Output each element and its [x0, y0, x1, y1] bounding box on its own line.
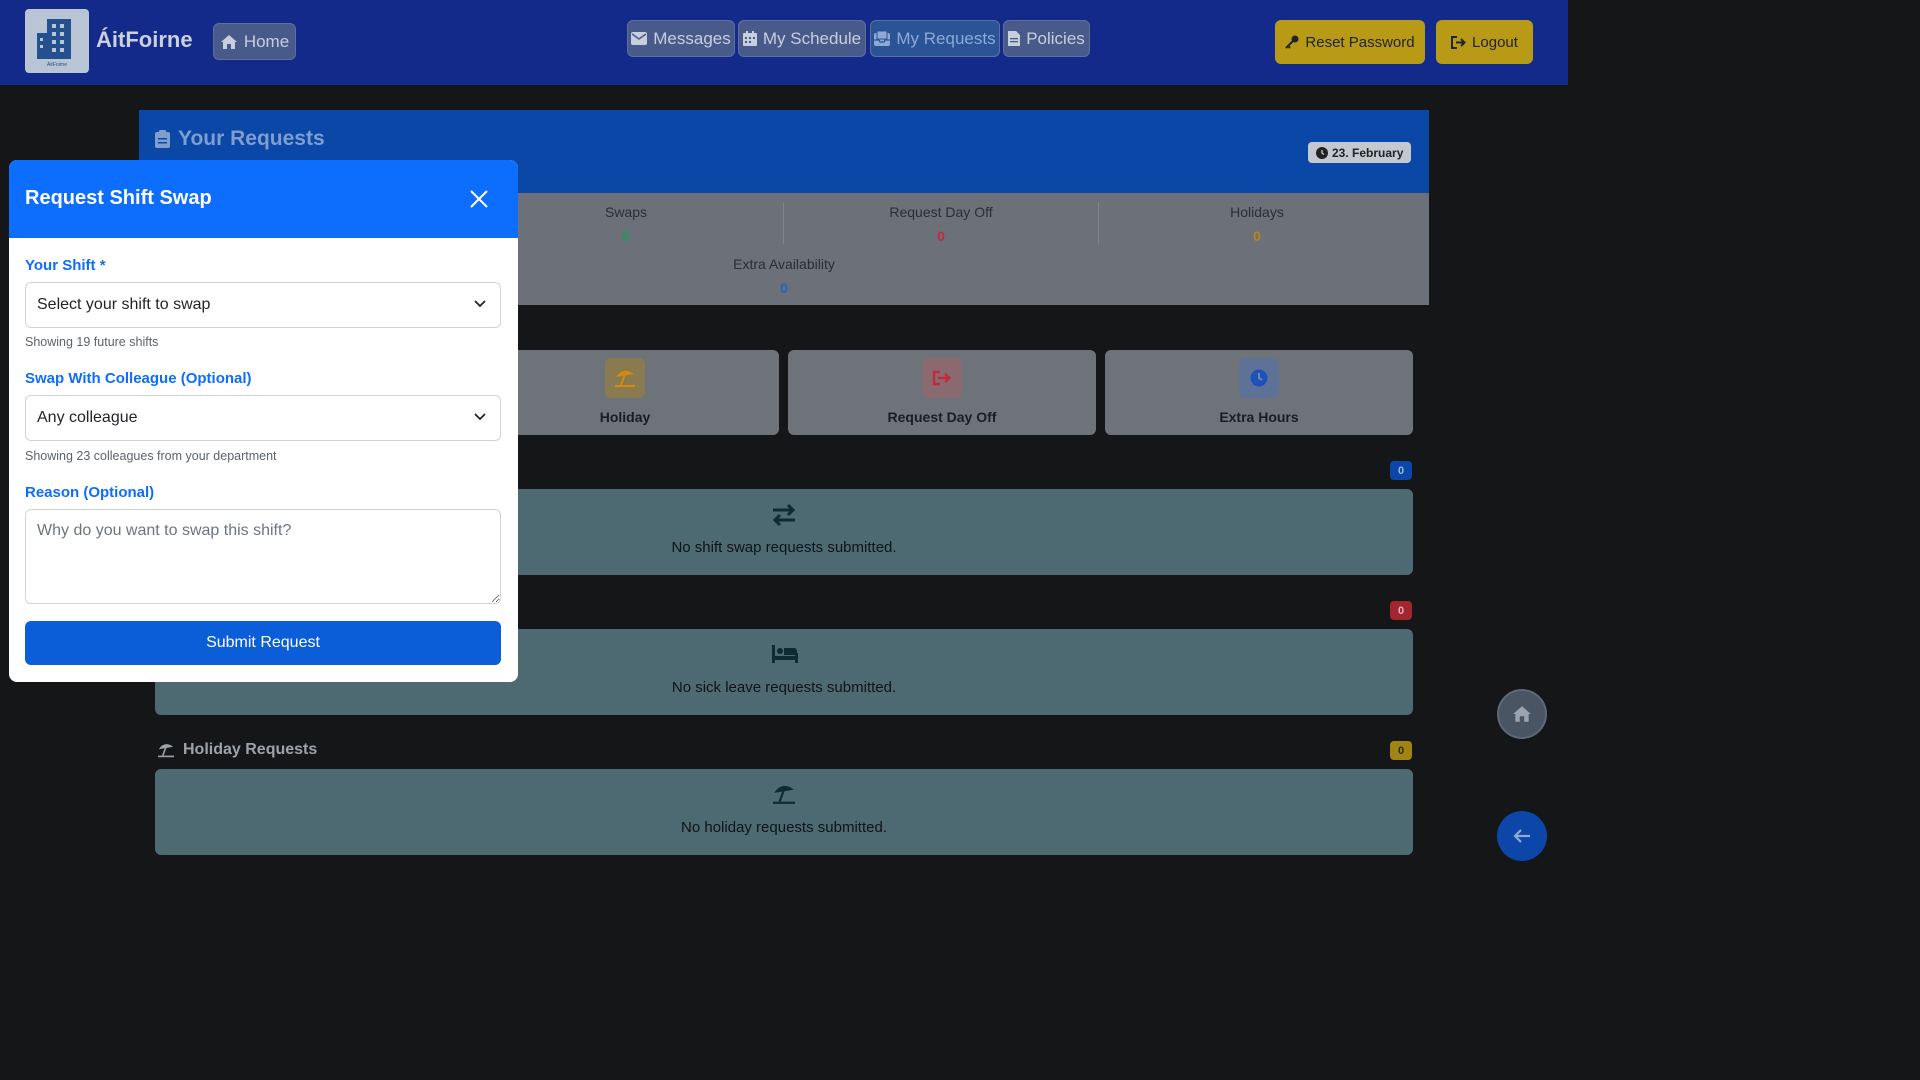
- page-title-text: Your Requests: [178, 127, 325, 150]
- close-icon[interactable]: [467, 187, 491, 211]
- date-badge-text: 23. February: [1332, 145, 1404, 160]
- stat-divider: [783, 202, 784, 244]
- colleague-field-label: Swap With Colleague (Optional): [25, 370, 252, 387]
- stat-swaps: Swaps 0: [516, 204, 736, 244]
- reason-textarea[interactable]: [25, 509, 501, 604]
- holiday-empty-state: No holiday requests submitted.: [155, 769, 1413, 855]
- clock-icon: [1250, 369, 1268, 387]
- shift-help-text: Showing 19 future shifts: [25, 335, 159, 349]
- page-title: Your Requests: [155, 127, 325, 151]
- stat-swaps-label: Swaps: [604, 204, 648, 220]
- key-icon: [1285, 35, 1299, 49]
- stat-holidays-value: 0: [1253, 228, 1261, 244]
- schedule-nav-label: My Schedule: [762, 28, 862, 48]
- stat-swaps-value: 0: [622, 228, 630, 244]
- stat-day-off-value: 0: [937, 228, 945, 244]
- sick-count-badge: 0: [1390, 601, 1412, 620]
- extra-hours-action-icon: [1239, 358, 1279, 398]
- stat-extra-value: 0: [780, 280, 788, 296]
- extra-hours-action-label: Extra Hours: [1219, 409, 1299, 425]
- reset-password-label: Reset Password: [1305, 33, 1415, 51]
- bed-icon: [772, 645, 798, 663]
- holiday-action-icon: [605, 358, 645, 398]
- brand-name[interactable]: ÁitFoirne: [96, 27, 193, 53]
- shift-select-value: Select your shift to swap: [37, 296, 211, 313]
- modal-title: Request Shift Swap: [25, 187, 212, 209]
- stat-extra: Extra Availability 0: [674, 256, 894, 296]
- logout-icon: [1451, 35, 1466, 49]
- colleague-select-value: Any colleague: [37, 409, 138, 426]
- envelope-icon: [631, 32, 648, 45]
- stat-divider: [1098, 202, 1099, 244]
- stat-day-off-label: Request Day Off: [889, 204, 993, 220]
- navbar: ÁitFoirne ÁitFoirne Home Messages My Sch…: [0, 0, 1568, 85]
- policies-nav-button[interactable]: Policies: [1003, 20, 1090, 57]
- logout-label: Logout: [1472, 33, 1518, 51]
- messages-nav-button[interactable]: Messages: [627, 20, 735, 57]
- extra-hours-action-card[interactable]: Extra Hours: [1105, 350, 1413, 435]
- inbox-icon: [874, 31, 891, 46]
- floating-home-button[interactable]: [1497, 689, 1547, 739]
- home-nav-label: Home: [243, 31, 290, 51]
- chevron-down-icon: [474, 413, 486, 421]
- back-button[interactable]: [1497, 811, 1547, 861]
- chevron-down-icon: [474, 300, 486, 308]
- shift-field-label: Your Shift *: [25, 257, 106, 274]
- stat-day-off: Request Day Off 0: [831, 204, 1051, 244]
- calendar-icon: [742, 31, 757, 46]
- colleague-select[interactable]: Any colleague: [25, 395, 501, 441]
- day-off-action-label: Request Day Off: [887, 409, 997, 425]
- policies-nav-label: Policies: [1026, 28, 1085, 48]
- holiday-section-title-text: Holiday Requests: [183, 741, 318, 758]
- schedule-nav-button[interactable]: My Schedule: [738, 20, 866, 57]
- clipboard-icon: [155, 130, 170, 148]
- file-icon: [1008, 31, 1021, 46]
- arrow-left-icon: [1513, 829, 1530, 843]
- day-off-action-card[interactable]: Request Day Off: [788, 350, 1096, 435]
- umbrella-beach-icon: [773, 785, 795, 804]
- sign-out-icon: [932, 370, 952, 386]
- shift-select[interactable]: Select your shift to swap: [25, 282, 501, 328]
- reason-field-label: Reason (Optional): [25, 484, 155, 501]
- building-icon: [37, 19, 71, 59]
- home-nav-button[interactable]: Home: [213, 23, 296, 60]
- app-logo[interactable]: ÁitFoirne: [25, 9, 89, 73]
- swap-arrows-icon: [772, 503, 796, 527]
- clock-icon: [1316, 146, 1328, 159]
- stat-holidays-label: Holidays: [1230, 204, 1284, 220]
- holiday-count-badge: 0: [1390, 741, 1412, 760]
- home-icon: [220, 34, 237, 49]
- requests-nav-button[interactable]: My Requests: [870, 20, 1000, 57]
- date-badge: 23. February: [1308, 142, 1412, 163]
- shift-swap-modal: Request Shift Swap Your Shift * Select y…: [9, 160, 518, 682]
- stat-extra-label: Extra Availability: [733, 256, 835, 272]
- requests-nav-label: My Requests: [896, 28, 996, 48]
- holiday-empty-text: No holiday requests submitted.: [681, 819, 887, 836]
- stat-holidays: Holidays 0: [1147, 204, 1367, 244]
- colleague-help-text: Showing 23 colleagues from your departme…: [25, 449, 277, 463]
- submit-request-button[interactable]: Submit Request: [25, 621, 501, 665]
- umbrella-beach-icon: [615, 370, 635, 387]
- holiday-section-title: Holiday Requests: [157, 741, 317, 759]
- umbrella-beach-icon: [158, 744, 174, 758]
- swap-count-badge: 0: [1390, 461, 1412, 480]
- messages-nav-label: Messages: [653, 28, 731, 48]
- logout-button[interactable]: Logout: [1436, 20, 1533, 64]
- logo-caption: ÁitFoirne: [46, 62, 67, 68]
- home-icon: [1513, 706, 1531, 722]
- day-off-action-icon: [922, 358, 962, 398]
- modal-header: Request Shift Swap: [9, 160, 518, 238]
- reset-password-button[interactable]: Reset Password: [1275, 20, 1425, 64]
